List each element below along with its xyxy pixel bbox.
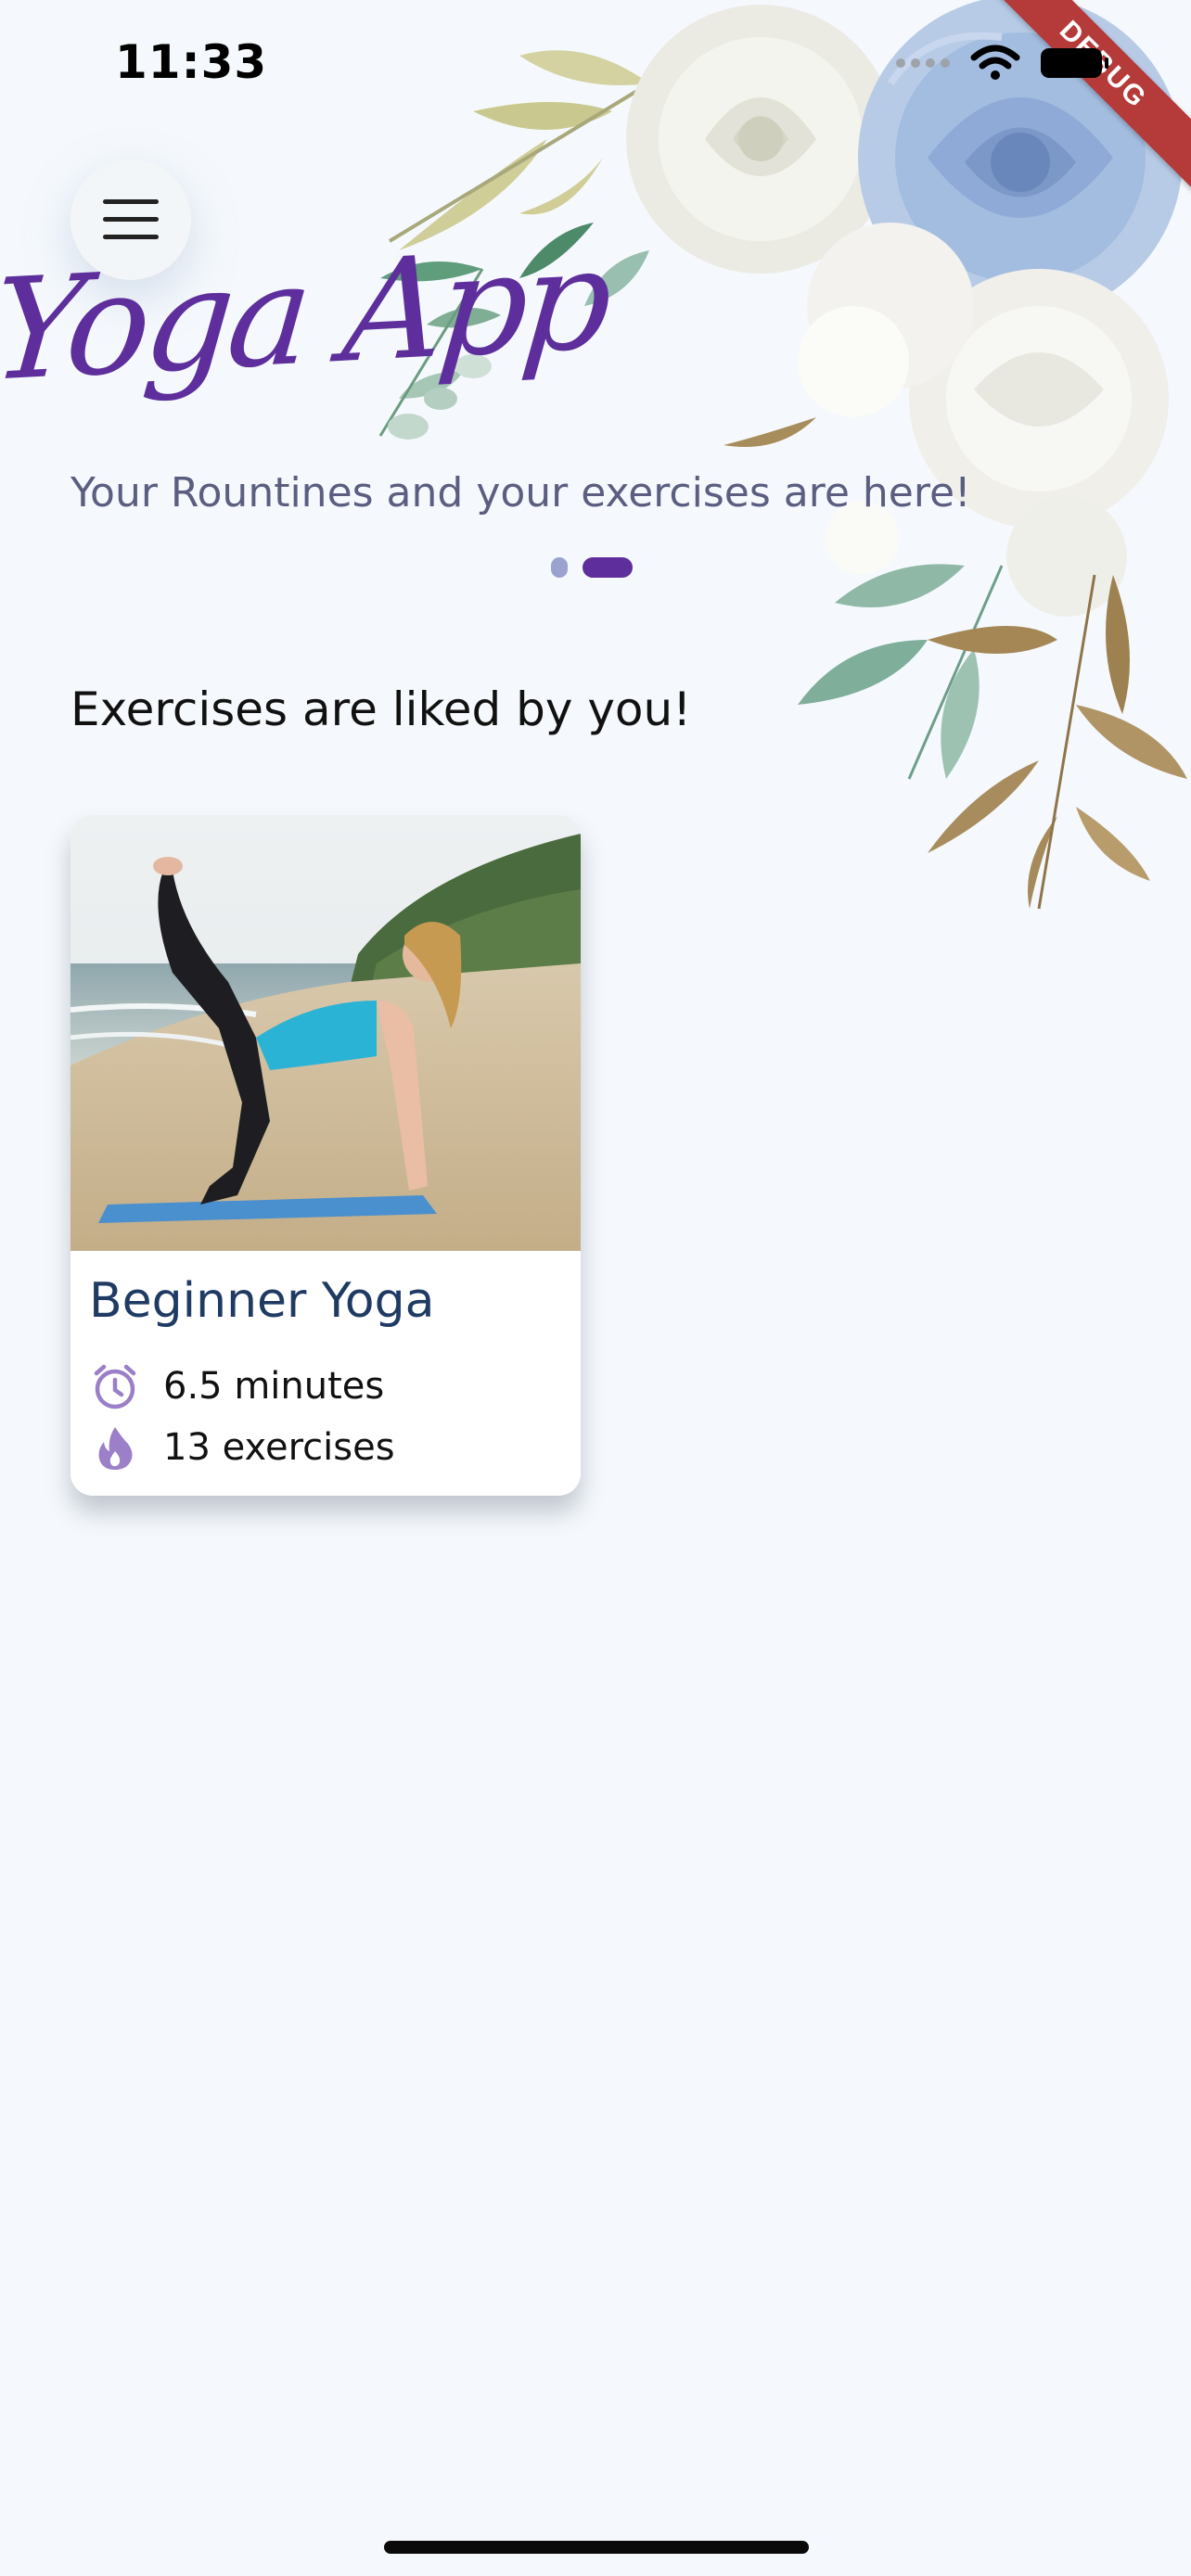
battery-icon bbox=[1041, 48, 1108, 78]
alarm-clock-icon bbox=[94, 1364, 136, 1409]
status-icons bbox=[896, 45, 1108, 82]
floral-decoration bbox=[378, 0, 1187, 910]
home-indicator[interactable] bbox=[384, 2541, 809, 2554]
hamburger-menu-icon bbox=[103, 199, 159, 239]
duration-row: 6.5 minutes bbox=[91, 1362, 384, 1410]
exercise-card[interactable]: Beginner Yoga 6.5 minutes 13 exercises bbox=[70, 815, 581, 1496]
status-time: 11:33 bbox=[115, 35, 268, 89]
page-dot-active[interactable] bbox=[583, 557, 633, 578]
green-leaves-lower bbox=[798, 564, 1004, 780]
exercises-count-row: 13 exercises bbox=[91, 1423, 395, 1472]
app-subtitle: Your Rountines and your exercises are he… bbox=[70, 469, 971, 516]
carousel-page-indicator bbox=[551, 557, 633, 578]
exercise-card-title: Beginner Yoga bbox=[89, 1273, 435, 1329]
exercises-count-text: 13 exercises bbox=[163, 1426, 395, 1469]
home-screen: DEBUG 11:33 Yoga App Your Rountines and … bbox=[0, 0, 1191, 2576]
page-dot[interactable] bbox=[551, 557, 568, 578]
signal-dots-icon bbox=[896, 58, 950, 68]
app-title: Yoga App bbox=[0, 218, 613, 414]
wifi-icon bbox=[970, 45, 1020, 80]
flame-icon bbox=[98, 1427, 133, 1470]
liked-exercises-heading: Exercises are liked by you! bbox=[70, 682, 692, 736]
duration-text: 6.5 minutes bbox=[163, 1365, 385, 1408]
yoga-photo bbox=[70, 815, 581, 1251]
